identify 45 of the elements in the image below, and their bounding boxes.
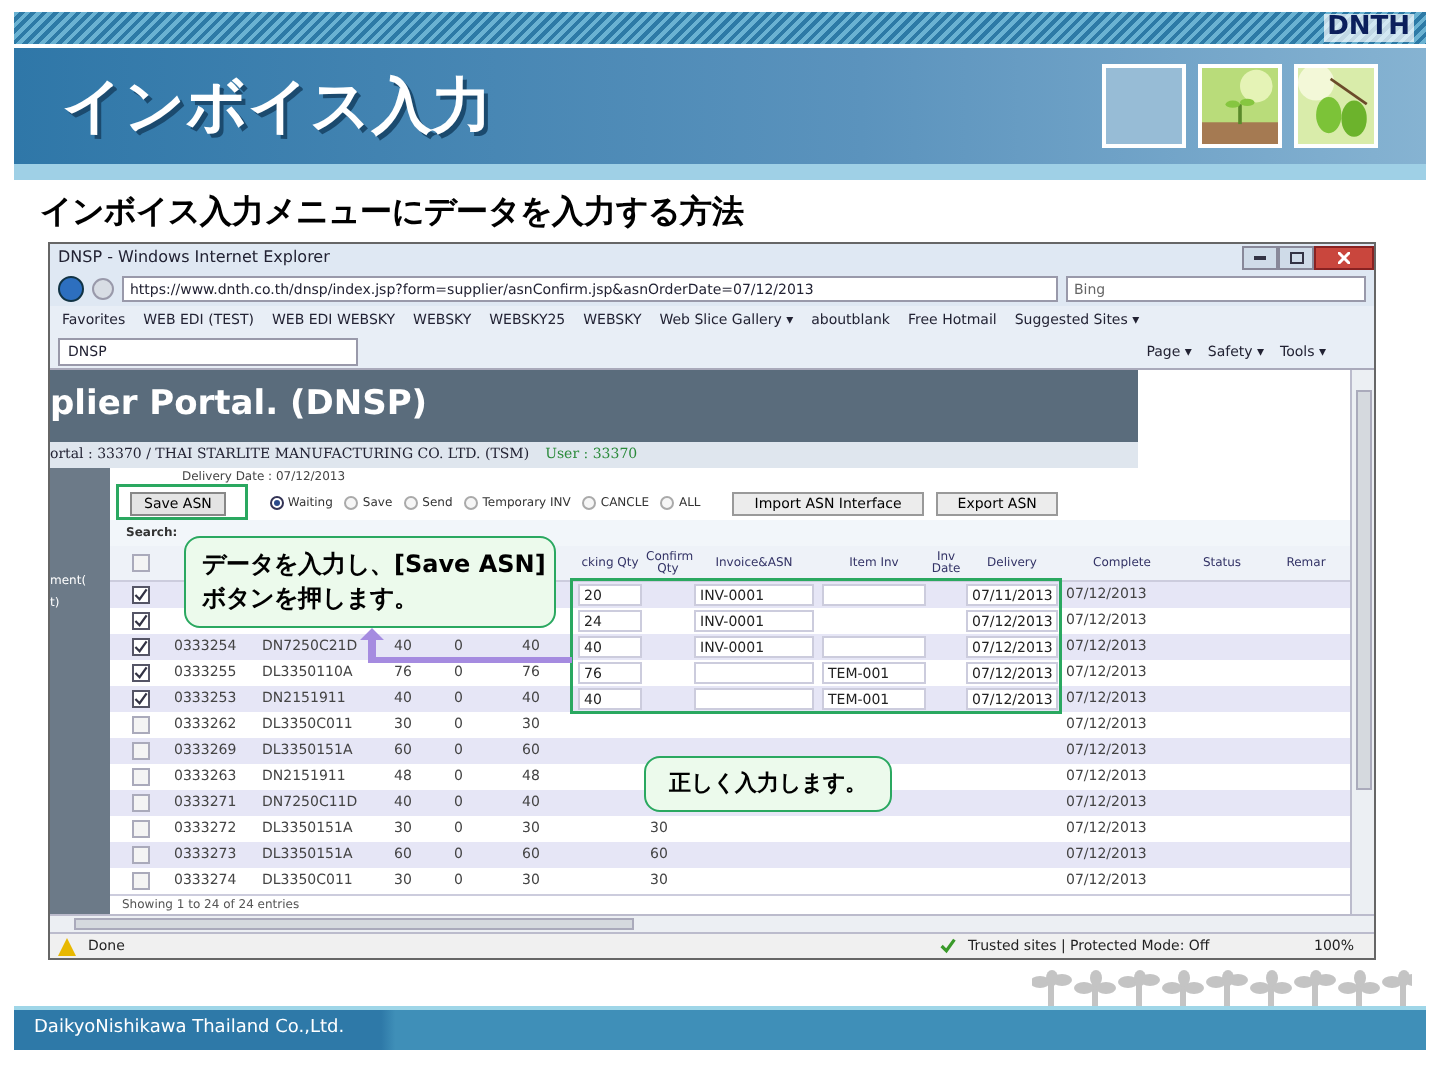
checkbox[interactable] (131, 638, 149, 656)
item-input[interactable] (822, 636, 926, 658)
window-title: DNSP - Windows Internet Explorer (58, 246, 330, 270)
checkbox[interactable] (131, 846, 149, 864)
checkbox[interactable] (131, 768, 149, 786)
checkbox[interactable] (131, 690, 149, 708)
checkbox[interactable] (131, 612, 149, 630)
item-input[interactable] (822, 584, 926, 606)
scrollbar[interactable] (1350, 370, 1374, 914)
checkbox[interactable] (131, 664, 149, 682)
invoice-input[interactable] (694, 688, 814, 710)
checkbox[interactable] (131, 872, 149, 890)
logo-text: DNTH (1323, 14, 1414, 42)
callout: 正しく入力します。 (644, 756, 892, 812)
forward-button[interactable] (92, 278, 114, 300)
radio-button[interactable] (404, 496, 419, 510)
checkbox[interactable] (131, 820, 149, 838)
checkbox[interactable] (131, 716, 149, 734)
callout: データを入力し、[Save ASN] ボタンを押します。 (184, 536, 556, 628)
close-button[interactable] (1314, 246, 1374, 270)
radio-button[interactable] (582, 496, 597, 510)
minimize-icon (1254, 256, 1266, 260)
company-name: DaikyoNishikawa Thailand Co.,Ltd. (34, 1016, 345, 1043)
radio-button[interactable] (464, 496, 479, 510)
radio-button[interactable] (660, 496, 675, 510)
radio-button[interactable] (344, 496, 359, 510)
minimize-button[interactable] (1242, 246, 1278, 270)
warning-icon (58, 937, 76, 955)
checkbox[interactable] (131, 742, 149, 760)
radio-button[interactable] (269, 496, 284, 510)
slide-title: インボイス入力 (62, 69, 492, 145)
highlight-frame (116, 484, 248, 520)
slide-subtitle: インボイス入力メニューにデータを入力する方法 (40, 192, 744, 230)
maximize-button[interactable] (1278, 246, 1314, 270)
tile (1102, 64, 1186, 148)
checkbox[interactable] (131, 554, 149, 572)
maximize-icon (1289, 252, 1303, 264)
invoice-input[interactable] (694, 662, 814, 684)
checkbox[interactable] (131, 794, 149, 812)
horizontal-scrollbar[interactable] (50, 914, 1374, 932)
close-icon (1338, 252, 1350, 264)
check-icon (940, 938, 956, 954)
portal-title: plier Portal. (DNSP) (50, 382, 428, 429)
back-button[interactable] (58, 276, 84, 302)
checkbox[interactable] (131, 586, 149, 604)
